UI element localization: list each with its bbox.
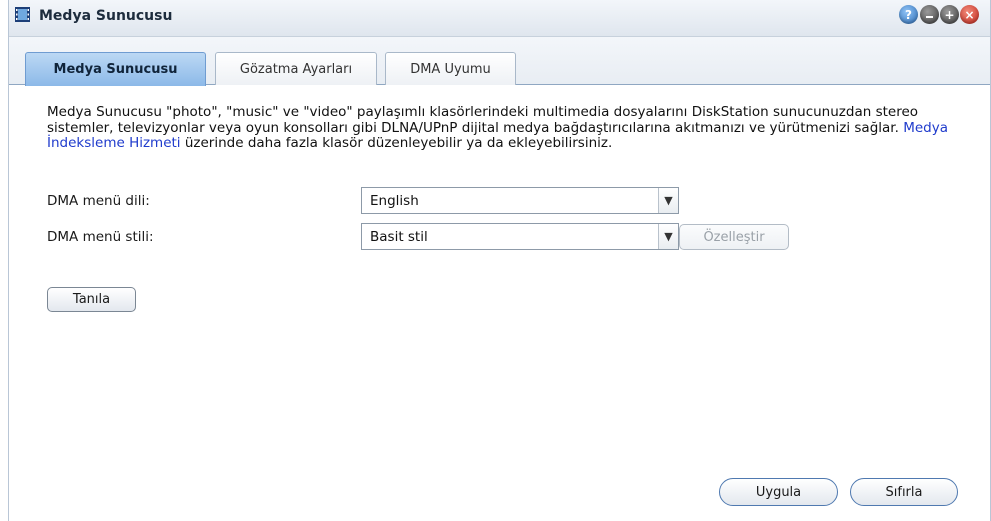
help-icon[interactable]: ?	[899, 5, 918, 24]
dma-menu-language-value: English	[370, 192, 419, 209]
tab-media-server[interactable]: Medya Sunucusu	[25, 52, 206, 86]
description-text: Medya Sunucusu "photo", "music" ve "vide…	[47, 104, 977, 152]
chevron-down-icon[interactable]: ▼	[658, 224, 678, 249]
dma-menu-language-select[interactable]: English ▼	[361, 187, 679, 214]
dma-menu-style-label: DMA menü stili:	[47, 229, 154, 245]
description-part-1: Medya Sunucusu "photo", "music" ve "vide…	[47, 104, 919, 136]
tab-dma-compatibility[interactable]: DMA Uyumu	[385, 52, 516, 85]
apply-button[interactable]: Uygula	[719, 478, 838, 506]
reset-button[interactable]: Sıfırla	[850, 478, 958, 506]
minimize-icon[interactable]	[920, 5, 939, 24]
diagnose-button[interactable]: Tanıla	[47, 287, 136, 312]
media-server-window: Medya Sunucusu ? + × Medya Sunucusu Göza…	[8, 0, 991, 521]
close-icon[interactable]: ×	[960, 5, 979, 24]
tab-browse-settings[interactable]: Gözatma Ayarları	[215, 52, 377, 85]
maximize-icon[interactable]: +	[940, 5, 959, 24]
dma-menu-style-value: Basit stil	[370, 228, 428, 245]
window-title: Medya Sunucusu	[39, 8, 173, 24]
film-strip-icon	[14, 6, 31, 23]
chevron-down-icon[interactable]: ▼	[658, 188, 678, 213]
dma-menu-style-select[interactable]: Basit stil ▼	[361, 223, 679, 250]
customize-button[interactable]: Özelleştir	[679, 224, 789, 250]
description-part-2: üzerinde daha fazla klasör düzenleyebili…	[180, 135, 613, 151]
title-bar: Medya Sunucusu ? + ×	[9, 0, 990, 37]
tab-strip: Medya Sunucusu Gözatma Ayarları DMA Uyum…	[9, 37, 990, 86]
dma-menu-language-label: DMA menü dili:	[47, 193, 150, 209]
